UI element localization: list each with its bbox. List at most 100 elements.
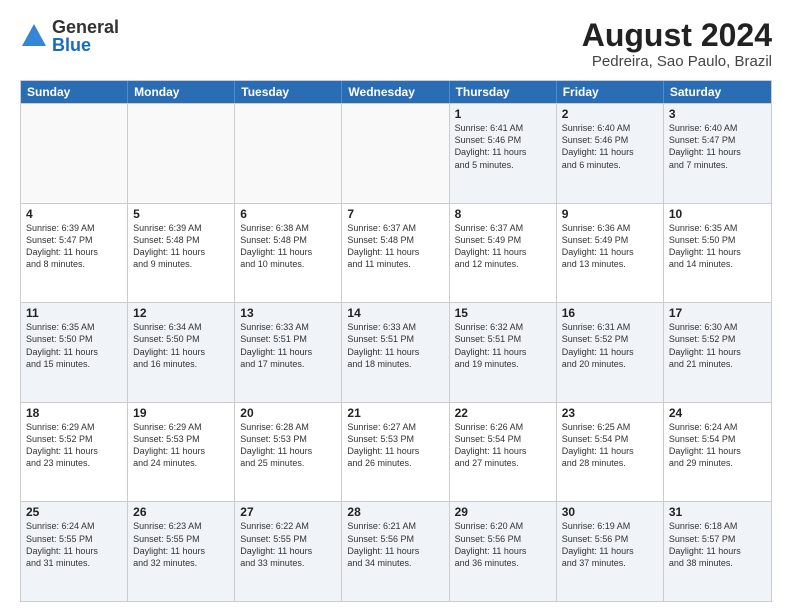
day-number: 30 <box>562 505 658 519</box>
day-number: 31 <box>669 505 766 519</box>
calendar-cell: 14Sunrise: 6:33 AM Sunset: 5:51 PM Dayli… <box>342 303 449 402</box>
day-number: 4 <box>26 207 122 221</box>
cell-info: Sunrise: 6:37 AM Sunset: 5:48 PM Dayligh… <box>347 222 443 271</box>
day-number: 23 <box>562 406 658 420</box>
calendar-row: 25Sunrise: 6:24 AM Sunset: 5:55 PM Dayli… <box>21 501 771 601</box>
sub-title: Pedreira, Sao Paulo, Brazil <box>582 53 772 70</box>
day-number: 26 <box>133 505 229 519</box>
day-number: 27 <box>240 505 336 519</box>
cell-info: Sunrise: 6:34 AM Sunset: 5:50 PM Dayligh… <box>133 321 229 370</box>
day-number: 11 <box>26 306 122 320</box>
calendar-cell: 26Sunrise: 6:23 AM Sunset: 5:55 PM Dayli… <box>128 502 235 601</box>
day-number: 18 <box>26 406 122 420</box>
calendar-cell: 7Sunrise: 6:37 AM Sunset: 5:48 PM Daylig… <box>342 204 449 303</box>
calendar-cell: 30Sunrise: 6:19 AM Sunset: 5:56 PM Dayli… <box>557 502 664 601</box>
calendar-cell: 2Sunrise: 6:40 AM Sunset: 5:46 PM Daylig… <box>557 104 664 203</box>
calendar-cell: 8Sunrise: 6:37 AM Sunset: 5:49 PM Daylig… <box>450 204 557 303</box>
calendar-cell: 25Sunrise: 6:24 AM Sunset: 5:55 PM Dayli… <box>21 502 128 601</box>
day-number: 21 <box>347 406 443 420</box>
calendar-day-header: Saturday <box>664 81 771 103</box>
calendar-day-header: Thursday <box>450 81 557 103</box>
day-number: 8 <box>455 207 551 221</box>
cell-info: Sunrise: 6:39 AM Sunset: 5:48 PM Dayligh… <box>133 222 229 271</box>
calendar-cell <box>128 104 235 203</box>
day-number: 25 <box>26 505 122 519</box>
calendar-cell: 11Sunrise: 6:35 AM Sunset: 5:50 PM Dayli… <box>21 303 128 402</box>
calendar-cell: 24Sunrise: 6:24 AM Sunset: 5:54 PM Dayli… <box>664 403 771 502</box>
cell-info: Sunrise: 6:40 AM Sunset: 5:46 PM Dayligh… <box>562 122 658 171</box>
cell-info: Sunrise: 6:30 AM Sunset: 5:52 PM Dayligh… <box>669 321 766 370</box>
calendar-cell: 6Sunrise: 6:38 AM Sunset: 5:48 PM Daylig… <box>235 204 342 303</box>
calendar-cell: 4Sunrise: 6:39 AM Sunset: 5:47 PM Daylig… <box>21 204 128 303</box>
logo-blue-text: Blue <box>52 36 119 54</box>
calendar-cell: 16Sunrise: 6:31 AM Sunset: 5:52 PM Dayli… <box>557 303 664 402</box>
cell-info: Sunrise: 6:20 AM Sunset: 5:56 PM Dayligh… <box>455 520 551 569</box>
cell-info: Sunrise: 6:29 AM Sunset: 5:53 PM Dayligh… <box>133 421 229 470</box>
calendar-row: 18Sunrise: 6:29 AM Sunset: 5:52 PM Dayli… <box>21 402 771 502</box>
calendar-cell: 21Sunrise: 6:27 AM Sunset: 5:53 PM Dayli… <box>342 403 449 502</box>
calendar-cell: 23Sunrise: 6:25 AM Sunset: 5:54 PM Dayli… <box>557 403 664 502</box>
calendar-cell: 12Sunrise: 6:34 AM Sunset: 5:50 PM Dayli… <box>128 303 235 402</box>
cell-info: Sunrise: 6:24 AM Sunset: 5:54 PM Dayligh… <box>669 421 766 470</box>
cell-info: Sunrise: 6:29 AM Sunset: 5:52 PM Dayligh… <box>26 421 122 470</box>
cell-info: Sunrise: 6:37 AM Sunset: 5:49 PM Dayligh… <box>455 222 551 271</box>
day-number: 15 <box>455 306 551 320</box>
day-number: 9 <box>562 207 658 221</box>
cell-info: Sunrise: 6:35 AM Sunset: 5:50 PM Dayligh… <box>26 321 122 370</box>
calendar-row: 4Sunrise: 6:39 AM Sunset: 5:47 PM Daylig… <box>21 203 771 303</box>
day-number: 1 <box>455 107 551 121</box>
day-number: 10 <box>669 207 766 221</box>
logo: General Blue <box>20 18 119 54</box>
cell-info: Sunrise: 6:38 AM Sunset: 5:48 PM Dayligh… <box>240 222 336 271</box>
day-number: 14 <box>347 306 443 320</box>
calendar-cell <box>235 104 342 203</box>
cell-info: Sunrise: 6:25 AM Sunset: 5:54 PM Dayligh… <box>562 421 658 470</box>
calendar-cell: 29Sunrise: 6:20 AM Sunset: 5:56 PM Dayli… <box>450 502 557 601</box>
day-number: 5 <box>133 207 229 221</box>
cell-info: Sunrise: 6:28 AM Sunset: 5:53 PM Dayligh… <box>240 421 336 470</box>
main-title: August 2024 <box>582 18 772 53</box>
calendar-day-header: Friday <box>557 81 664 103</box>
day-number: 17 <box>669 306 766 320</box>
day-number: 28 <box>347 505 443 519</box>
cell-info: Sunrise: 6:32 AM Sunset: 5:51 PM Dayligh… <box>455 321 551 370</box>
cell-info: Sunrise: 6:21 AM Sunset: 5:56 PM Dayligh… <box>347 520 443 569</box>
calendar-day-header: Sunday <box>21 81 128 103</box>
calendar-cell: 13Sunrise: 6:33 AM Sunset: 5:51 PM Dayli… <box>235 303 342 402</box>
cell-info: Sunrise: 6:36 AM Sunset: 5:49 PM Dayligh… <box>562 222 658 271</box>
calendar-cell: 28Sunrise: 6:21 AM Sunset: 5:56 PM Dayli… <box>342 502 449 601</box>
cell-info: Sunrise: 6:27 AM Sunset: 5:53 PM Dayligh… <box>347 421 443 470</box>
day-number: 22 <box>455 406 551 420</box>
logo-general-text: General <box>52 18 119 36</box>
cell-info: Sunrise: 6:26 AM Sunset: 5:54 PM Dayligh… <box>455 421 551 470</box>
calendar-cell: 19Sunrise: 6:29 AM Sunset: 5:53 PM Dayli… <box>128 403 235 502</box>
calendar-cell: 18Sunrise: 6:29 AM Sunset: 5:52 PM Dayli… <box>21 403 128 502</box>
cell-info: Sunrise: 6:31 AM Sunset: 5:52 PM Dayligh… <box>562 321 658 370</box>
day-number: 6 <box>240 207 336 221</box>
calendar-day-header: Wednesday <box>342 81 449 103</box>
cell-info: Sunrise: 6:18 AM Sunset: 5:57 PM Dayligh… <box>669 520 766 569</box>
logo-icon <box>20 22 48 50</box>
calendar-cell: 10Sunrise: 6:35 AM Sunset: 5:50 PM Dayli… <box>664 204 771 303</box>
calendar-cell: 5Sunrise: 6:39 AM Sunset: 5:48 PM Daylig… <box>128 204 235 303</box>
calendar-day-header: Tuesday <box>235 81 342 103</box>
day-number: 29 <box>455 505 551 519</box>
cell-info: Sunrise: 6:22 AM Sunset: 5:55 PM Dayligh… <box>240 520 336 569</box>
calendar-cell: 15Sunrise: 6:32 AM Sunset: 5:51 PM Dayli… <box>450 303 557 402</box>
calendar-cell: 1Sunrise: 6:41 AM Sunset: 5:46 PM Daylig… <box>450 104 557 203</box>
day-number: 2 <box>562 107 658 121</box>
calendar-body: 1Sunrise: 6:41 AM Sunset: 5:46 PM Daylig… <box>21 103 771 601</box>
calendar-day-header: Monday <box>128 81 235 103</box>
logo-text: General Blue <box>52 18 119 54</box>
calendar-cell: 3Sunrise: 6:40 AM Sunset: 5:47 PM Daylig… <box>664 104 771 203</box>
calendar: SundayMondayTuesdayWednesdayThursdayFrid… <box>20 80 772 602</box>
calendar-cell: 9Sunrise: 6:36 AM Sunset: 5:49 PM Daylig… <box>557 204 664 303</box>
calendar-header: SundayMondayTuesdayWednesdayThursdayFrid… <box>21 81 771 103</box>
cell-info: Sunrise: 6:40 AM Sunset: 5:47 PM Dayligh… <box>669 122 766 171</box>
calendar-row: 11Sunrise: 6:35 AM Sunset: 5:50 PM Dayli… <box>21 302 771 402</box>
calendar-cell <box>21 104 128 203</box>
calendar-cell <box>342 104 449 203</box>
calendar-cell: 17Sunrise: 6:30 AM Sunset: 5:52 PM Dayli… <box>664 303 771 402</box>
cell-info: Sunrise: 6:23 AM Sunset: 5:55 PM Dayligh… <box>133 520 229 569</box>
day-number: 19 <box>133 406 229 420</box>
